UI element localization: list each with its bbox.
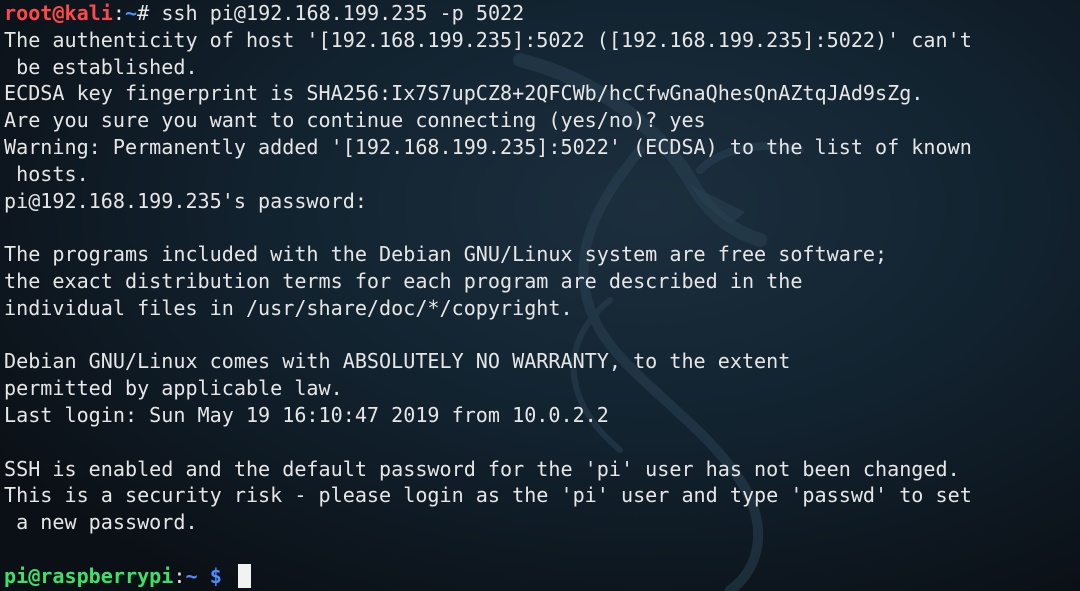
prompt-symbol: $ bbox=[209, 563, 234, 588]
output-line: Are you sure you want to continue connec… bbox=[4, 108, 706, 133]
prompt-path: ~ bbox=[125, 1, 138, 25]
output-line: The programs included with the Debian GN… bbox=[4, 242, 888, 267]
output-line: SSH is enabled and the default password … bbox=[4, 456, 960, 481]
output-line: be established. bbox=[4, 54, 198, 79]
ssh-command: ssh pi@192.168.199.235 -p 5022 bbox=[161, 1, 525, 25]
prompt-line-root: root@kali:~# ssh pi@192.168.199.235 -p 5… bbox=[4, 0, 1080, 27]
output-line: The authenticity of host '[192.168.199.2… bbox=[4, 27, 972, 52]
output-line: a new password. bbox=[4, 510, 198, 535]
output-line: pi@192.168.199.235's password: bbox=[4, 188, 367, 213]
prompt-separator: : bbox=[112, 1, 125, 25]
text-cursor[interactable] bbox=[237, 563, 251, 588]
prompt-symbol: # bbox=[137, 1, 162, 25]
output-line: Warning: Permanently added '[192.168.199… bbox=[4, 134, 972, 159]
output-line: individual files in /usr/share/doc/*/cop… bbox=[4, 295, 573, 320]
root-user-host: root@kali bbox=[4, 1, 113, 25]
terminal-window[interactable]: root@kali:~# ssh pi@192.168.199.235 -p 5… bbox=[0, 0, 1080, 591]
prompt-separator: : bbox=[173, 563, 186, 588]
output-line: ECDSA key fingerprint is SHA256:Ix7S7upC… bbox=[4, 81, 924, 106]
terminal-output: root@kali:~# ssh pi@192.168.199.235 -p 5… bbox=[4, 0, 1080, 590]
output-line: Debian GNU/Linux comes with ABSOLUTELY N… bbox=[4, 349, 791, 374]
prompt-path: ~ bbox=[185, 563, 210, 588]
pi-user-host: pi@raspberrypi bbox=[4, 563, 174, 588]
output-line: the exact distribution terms for each pr… bbox=[4, 268, 803, 293]
output-line: Last login: Sun May 19 16:10:47 2019 fro… bbox=[4, 402, 609, 427]
prompt-line-pi[interactable]: pi@raspberrypi:~ $ bbox=[4, 563, 1080, 590]
output-line: This is a security risk - please login a… bbox=[4, 483, 972, 508]
output-line: hosts. bbox=[4, 161, 89, 186]
output-line: permitted by applicable law. bbox=[4, 376, 343, 401]
